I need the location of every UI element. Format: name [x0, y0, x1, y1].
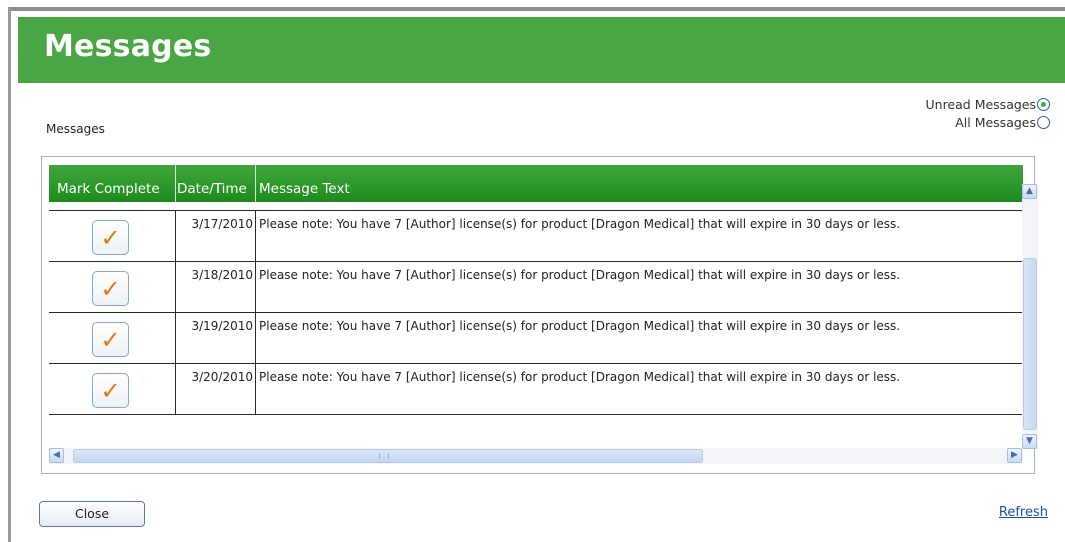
date-cell: 3/18/2010 — [176, 262, 256, 312]
filter-all-label: All Messages — [955, 115, 1036, 130]
table-row: ✓ 3/20/2010 Please note: You have 7 [Aut… — [49, 364, 1023, 415]
scroll-up-icon[interactable]: ▲ — [1022, 184, 1037, 199]
close-button[interactable]: Close — [39, 501, 145, 527]
horizontal-scroll-thumb[interactable] — [73, 449, 703, 463]
table-row: ✓ 3/18/2010 Please note: You have 7 [Aut… — [49, 262, 1023, 313]
refresh-link[interactable]: Refresh — [999, 505, 1048, 520]
filter-unread-label: Unread Messages — [925, 97, 1037, 112]
grid-rows: ✓ 3/17/2010 Please note: You have 7 [Aut… — [49, 210, 1023, 415]
message-text-cell: Please note: You have 7 [Author] license… — [259, 319, 901, 333]
checkmark-icon: ✓ — [100, 376, 121, 405]
date-cell: 3/20/2010 — [176, 364, 256, 414]
table-row: ✓ 3/19/2010 Please note: You have 7 [Aut… — [49, 313, 1023, 364]
date-cell: 3/19/2010 — [176, 313, 256, 363]
mark-complete-cell: ✓ — [49, 364, 176, 414]
window-left-border — [8, 7, 11, 542]
mark-complete-button[interactable]: ✓ — [92, 322, 129, 357]
mark-complete-cell: ✓ — [49, 313, 176, 363]
checkmark-icon: ✓ — [100, 325, 121, 354]
message-text-cell: Please note: You have 7 [Author] license… — [259, 370, 901, 384]
scroll-left-icon[interactable]: ◀ — [49, 448, 64, 463]
mark-complete-cell: ✓ — [49, 262, 176, 312]
scroll-down-icon[interactable]: ▼ — [1022, 434, 1037, 449]
window-top-border — [8, 7, 1065, 11]
checkmark-icon: ✓ — [100, 223, 121, 252]
column-header-mark-complete[interactable]: Mark Complete — [49, 165, 176, 202]
column-header-date-time[interactable]: Date/Time — [176, 165, 256, 202]
page-title: Messages — [44, 29, 212, 64]
date-cell: 3/17/2010 — [176, 211, 256, 261]
vertical-scroll-thumb[interactable] — [1023, 258, 1037, 430]
radio-empty-icon[interactable] — [1037, 116, 1050, 129]
mark-complete-button[interactable]: ✓ — [92, 220, 129, 255]
header-bar: Messages — [18, 17, 1065, 83]
mark-complete-button[interactable]: ✓ — [92, 271, 129, 306]
filter-unread-option[interactable]: Unread Messages — [925, 96, 1050, 113]
checkmark-icon: ✓ — [100, 274, 121, 303]
vertical-scrollbar[interactable]: ▲ ▼ — [1022, 184, 1038, 449]
message-text-cell: Please note: You have 7 [Author] license… — [259, 268, 901, 282]
scroll-right-icon[interactable]: ▶ — [1007, 448, 1022, 463]
mark-complete-cell: ✓ — [49, 211, 176, 261]
messages-grid: Mark Complete Date/Time Message Text ✓ 3… — [41, 156, 1038, 474]
message-text-cell: Please note: You have 7 [Author] license… — [259, 217, 901, 231]
radio-selected-icon[interactable] — [1037, 98, 1050, 111]
filter-all-option[interactable]: All Messages — [955, 114, 1050, 131]
table-row: ✓ 3/17/2010 Please note: You have 7 [Aut… — [49, 210, 1023, 262]
column-header-message-text[interactable]: Message Text — [256, 165, 1016, 202]
mark-complete-button[interactable]: ✓ — [92, 373, 129, 408]
horizontal-scrollbar[interactable]: ◀ ▶ — [49, 448, 1023, 464]
section-label: Messages — [46, 122, 105, 136]
grid-header: Mark Complete Date/Time Message Text — [49, 165, 1023, 202]
messages-window: Messages Messages Unread Messages All Me… — [0, 0, 1065, 542]
